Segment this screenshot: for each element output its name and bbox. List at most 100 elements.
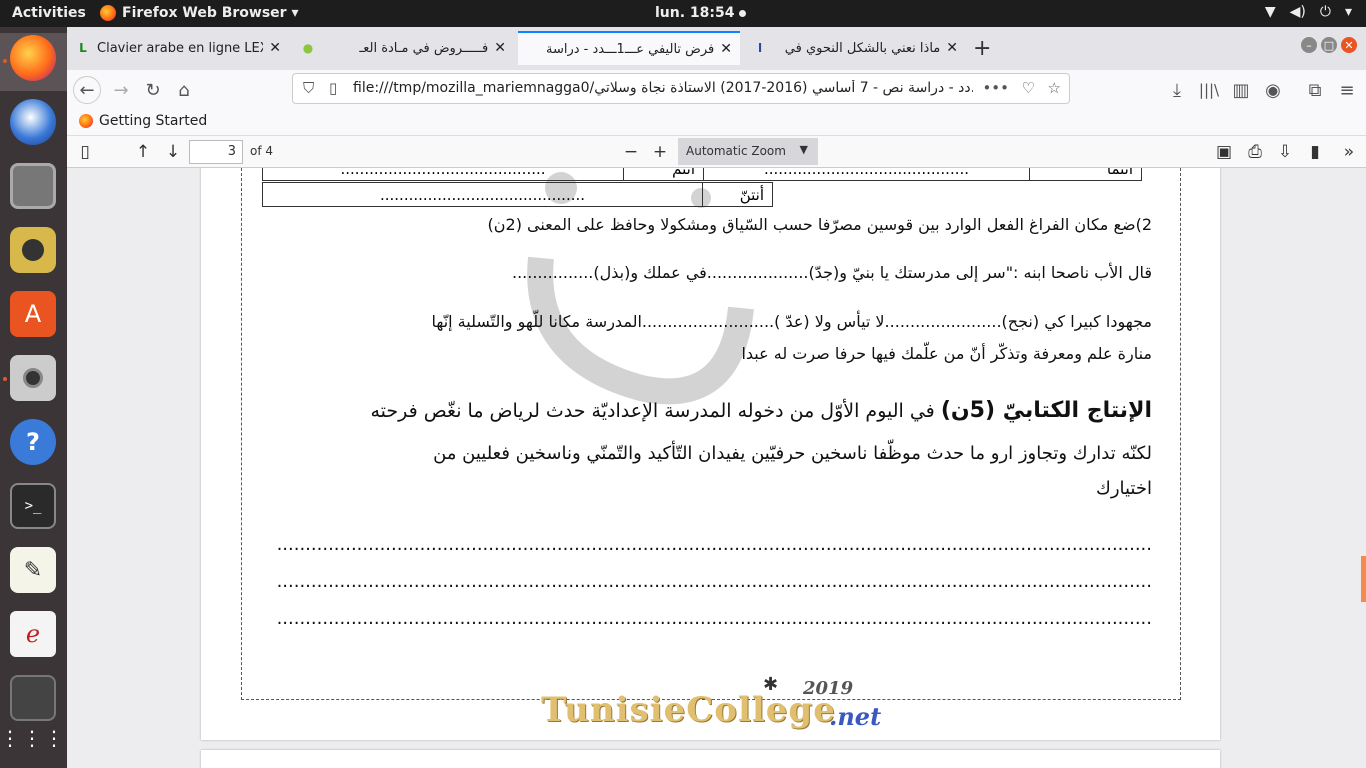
close-icon[interactable]: ✕ xyxy=(720,41,732,57)
firefox-icon xyxy=(79,114,93,128)
close-icon[interactable]: ✕ xyxy=(269,40,281,56)
answer-dots-line: ........................................… xyxy=(275,534,1152,555)
pdf-viewer[interactable]: أنتما ..................................… xyxy=(67,168,1366,768)
writing-task-line-1: الإنتاج الكتابيّ (5ن) في اليوم الأوّل من… xyxy=(371,398,1153,423)
new-tab-button[interactable]: + xyxy=(973,36,991,61)
running-indicator xyxy=(3,59,7,63)
presentation-mode-icon[interactable]: ▣ xyxy=(1212,140,1236,164)
help-icon[interactable]: ? xyxy=(10,419,56,465)
thunderbird-icon[interactable] xyxy=(10,99,56,145)
clock-label: lun. 18:54 xyxy=(655,5,735,21)
pdf-page-next xyxy=(201,750,1220,768)
table-cell: أنتنّ xyxy=(702,182,773,207)
page-icon: ▯ xyxy=(329,79,338,97)
logo-tld: .net xyxy=(829,702,882,731)
toggle-sidebar-icon[interactable]: ▯ xyxy=(73,140,97,164)
question-2-line-1: قال الأب ناصحا ابنه :"سر إلى مدرستك يا ب… xyxy=(512,263,1152,282)
extensions-icon[interactable]: ⧉ xyxy=(1301,76,1329,104)
url-bar[interactable]: ⛉ ▯ file:///tmp/mozilla_mariemnagga0/...… xyxy=(292,73,1070,104)
table-cell: أنتم xyxy=(623,168,704,181)
pocket-icon[interactable]: ♡ xyxy=(1022,79,1035,97)
table-cell: ........................................… xyxy=(703,168,1030,181)
page-count: of 4 xyxy=(250,144,274,158)
network-icon[interactable]: ▼ xyxy=(1265,4,1276,20)
tunisiecollege-logo: ✱ 2019 TunisieCollege .net xyxy=(541,674,891,732)
bookmarks-toolbar: Getting Started xyxy=(67,110,1366,136)
page-number-input[interactable]: 3 xyxy=(189,140,243,164)
forward-button[interactable]: → xyxy=(107,76,135,104)
menu-caret-icon[interactable]: ▾ xyxy=(1345,4,1352,20)
activities-button[interactable]: Activities xyxy=(12,5,86,21)
tab-strip: L Clavier arabe en ligne LEXI ✕ ● فـــــ… xyxy=(67,27,1366,70)
writing-task-line-2: لكنّه تدارك وتجاوز ارو ما حدث موظّفا ناس… xyxy=(433,443,1152,464)
running-indicator xyxy=(3,377,7,381)
page-actions-button[interactable]: ••• xyxy=(982,79,1009,97)
firefox-icon[interactable] xyxy=(10,35,56,81)
terminal-icon[interactable]: >_ xyxy=(10,483,56,529)
save-icon[interactable]: ⇩ xyxy=(1273,140,1297,164)
bookmark-label: Getting Started xyxy=(99,113,208,129)
app-menu[interactable]: Firefox Web Browser ▾ xyxy=(100,5,298,21)
table-row: أنتما ..................................… xyxy=(262,168,1142,181)
bookmark-star-icon[interactable]: ☆ xyxy=(1048,79,1061,97)
sidebar-icon[interactable]: ▥ xyxy=(1227,76,1255,104)
shield-icon[interactable]: ⛉ xyxy=(303,79,314,97)
tab-shakl-nahwi[interactable]: ا ماذا نعني بالشكل النحوي في ✕ xyxy=(744,33,966,63)
conjugation-table-row2: أنتنّ ..................................… xyxy=(262,182,773,207)
question-2-title: 2)ضع مكان الفراغ الفعل الوارد بين قوسين … xyxy=(487,215,1153,234)
back-button[interactable]: ← xyxy=(73,76,101,104)
library-icon[interactable]: |||\ xyxy=(1195,76,1223,104)
downloads-icon[interactable]: ⤓ xyxy=(1163,76,1191,104)
answer-dots-line: ........................................… xyxy=(275,571,1152,592)
print-icon[interactable]: ⎙ xyxy=(1243,140,1267,164)
tab-current-pdf[interactable]: فرض تأليفي عـــ1ـــدد - دراسة ✕ xyxy=(518,31,740,65)
power-icon[interactable]: ⏻ xyxy=(1320,4,1331,20)
tab-title: ماذا نعني بالشكل النحوي في xyxy=(784,40,941,56)
minimize-button[interactable]: – xyxy=(1301,37,1317,53)
table-row: أنتنّ ..................................… xyxy=(262,182,773,207)
volume-icon[interactable]: ◀) xyxy=(1290,4,1306,20)
app-grid-icon[interactable]: ⋮⋮⋮ xyxy=(0,715,64,761)
zoom-in-button[interactable]: + xyxy=(648,140,672,164)
logo-name: TunisieCollege xyxy=(541,690,836,730)
question-2-line-2: مجهودا كبيرا كي (نجح)...................… xyxy=(431,312,1152,331)
bookmark-icon[interactable]: ▮ xyxy=(1303,140,1327,164)
libreoffice-icon[interactable]: ℯ xyxy=(10,611,56,657)
tab-title: فـــــروض في مـادة العـ xyxy=(359,40,489,56)
table-cell: ........................................… xyxy=(262,168,624,181)
tools-menu-icon[interactable]: » xyxy=(1337,140,1361,164)
text-editor-icon[interactable]: ✎ xyxy=(10,547,56,593)
clock[interactable]: lun. 18:54 xyxy=(655,5,746,21)
camera-icon[interactable] xyxy=(10,355,56,401)
url-text: file:///tmp/mozilla_mariemnagga0/...دد -… xyxy=(353,80,973,96)
files-icon[interactable] xyxy=(10,163,56,209)
scrollbar-thumb[interactable] xyxy=(1361,556,1366,602)
previous-page-button[interactable]: ↑ xyxy=(131,140,155,164)
tab-clavier[interactable]: L Clavier arabe en ligne LEXI ✕ xyxy=(67,33,289,63)
close-window-button[interactable]: ✕ xyxy=(1341,37,1357,53)
top-bar: Activities Firefox Web Browser ▾ lun. 18… xyxy=(0,0,1366,27)
account-icon[interactable]: ◉ xyxy=(1259,76,1287,104)
tab-title: فرض تأليفي عـــ1ـــدد - دراسة xyxy=(546,41,715,57)
zoom-select[interactable]: Automatic Zoom ▼ xyxy=(678,138,818,165)
system-tray[interactable]: ▼ ◀) ⏻ ▾ xyxy=(1265,4,1352,20)
firefox-icon xyxy=(100,5,116,21)
pdf-toolbar: ▯ ↑ ↓ 3 of 4 − + Automatic Zoom ▼ ▣ ⎙ ⇩ ▮… xyxy=(67,136,1366,168)
software-center-icon[interactable]: A xyxy=(10,291,56,337)
writing-task-line-3: اختيارك xyxy=(1095,478,1152,499)
next-page-button[interactable]: ↓ xyxy=(161,140,185,164)
table-cell: أنتما xyxy=(1029,168,1142,181)
rhythmbox-icon[interactable] xyxy=(10,227,56,273)
notification-dot-icon xyxy=(738,9,746,17)
zoom-out-button[interactable]: − xyxy=(619,140,643,164)
close-icon[interactable]: ✕ xyxy=(494,40,506,56)
chevron-down-icon: ▼ xyxy=(799,143,808,156)
bookmark-getting-started[interactable]: Getting Started xyxy=(79,113,207,129)
maximize-button[interactable]: □ xyxy=(1321,37,1337,53)
conjugation-table: أنتما ..................................… xyxy=(262,168,1142,181)
reload-button[interactable]: ↻ xyxy=(139,76,167,104)
home-button[interactable]: ⌂ xyxy=(170,76,198,104)
hamburger-menu-icon[interactable]: ≡ xyxy=(1333,76,1361,104)
tab-forouth[interactable]: ● فـــــروض في مـادة العـ ✕ xyxy=(292,33,514,63)
close-icon[interactable]: ✕ xyxy=(946,40,958,56)
